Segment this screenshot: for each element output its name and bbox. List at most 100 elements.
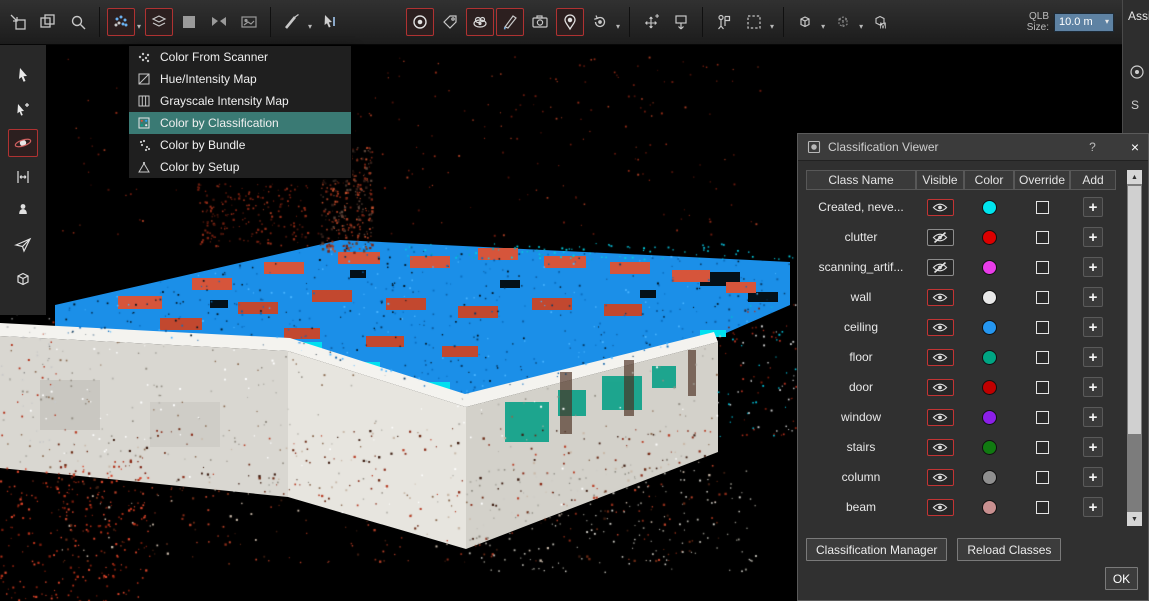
chevron-down-icon[interactable]: ▾	[616, 23, 620, 31]
override-checkbox[interactable]	[1036, 411, 1049, 424]
panorama-button[interactable]	[205, 8, 233, 36]
override-checkbox[interactable]	[1036, 471, 1049, 484]
visibility-toggle[interactable]	[927, 379, 954, 396]
color-swatch[interactable]	[982, 440, 997, 455]
color-swatch[interactable]	[982, 320, 997, 335]
tag-button[interactable]	[436, 8, 464, 36]
person-flag-button[interactable]	[710, 8, 738, 36]
override-checkbox[interactable]	[1036, 351, 1049, 364]
select-points-button[interactable]	[8, 95, 38, 123]
qlb-size-input[interactable]: 10.0 m ▾	[1054, 13, 1114, 32]
color-swatch[interactable]	[982, 410, 997, 425]
add-button[interactable]: +	[1083, 317, 1103, 337]
chevron-down-icon[interactable]: ▾	[859, 23, 863, 31]
menu-item-grayscale-intensity[interactable]: Grayscale Intensity Map	[129, 90, 351, 112]
chevron-down-icon[interactable]: ▾	[308, 23, 312, 31]
overview-button[interactable]	[8, 265, 38, 293]
visibility-toggle[interactable]	[927, 499, 954, 516]
menu-item-color-by-setup[interactable]: Color by Setup	[129, 156, 351, 178]
scrollbar-thumb[interactable]	[1128, 186, 1141, 434]
color-from-scanner-button[interactable]	[107, 8, 135, 36]
add-button[interactable]: +	[1083, 377, 1103, 397]
classification-manager-button[interactable]: Classification Manager	[806, 538, 947, 561]
help-button[interactable]: ?	[1089, 140, 1096, 154]
panel-header: Classification Viewer ? ×	[798, 134, 1148, 161]
duplicate-view-button[interactable]	[34, 8, 62, 36]
zoom-button[interactable]	[64, 8, 92, 36]
add-button[interactable]: +	[1083, 197, 1103, 217]
color-swatch[interactable]	[982, 500, 997, 515]
add-button[interactable]: +	[1083, 407, 1103, 427]
add-button[interactable]: +	[1083, 497, 1103, 517]
override-checkbox[interactable]	[1036, 501, 1049, 514]
color-swatch[interactable]	[982, 230, 997, 245]
cube-measure-button[interactable]: M	[867, 8, 895, 36]
drop-setup-button[interactable]	[667, 8, 695, 36]
marker-pen-button[interactable]	[496, 8, 524, 36]
override-checkbox[interactable]	[1036, 201, 1049, 214]
visibility-toggle[interactable]	[927, 229, 954, 246]
override-checkbox[interactable]	[1036, 291, 1049, 304]
color-swatch[interactable]	[982, 470, 997, 485]
menu-item-color-from-scanner[interactable]: Color From Scanner	[129, 46, 351, 68]
override-checkbox[interactable]	[1036, 231, 1049, 244]
solid-color-button[interactable]	[175, 8, 203, 36]
cloud-annotation-button[interactable]	[466, 8, 494, 36]
image-button[interactable]	[235, 8, 263, 36]
brush-tool-button[interactable]	[278, 8, 306, 36]
orbit-button[interactable]	[8, 129, 38, 157]
rotate-tool-button[interactable]	[586, 8, 614, 36]
bundle-icon	[137, 138, 151, 152]
color-swatch[interactable]	[982, 290, 997, 305]
camera-button[interactable]	[526, 8, 554, 36]
add-button[interactable]: +	[1083, 347, 1103, 367]
table-scrollbar[interactable]: ▲ ▼	[1127, 170, 1142, 526]
import-scan-button[interactable]	[4, 8, 32, 36]
clipping-box-dim-button[interactable]	[829, 8, 857, 36]
close-icon[interactable]: ×	[1131, 139, 1139, 155]
select-cursor-button[interactable]	[8, 61, 38, 89]
selection-box-button[interactable]	[740, 8, 768, 36]
color-swatch[interactable]	[982, 380, 997, 395]
scroll-down-button[interactable]: ▼	[1127, 512, 1142, 526]
walkthrough-button[interactable]	[8, 197, 38, 225]
clipping-box-button[interactable]	[791, 8, 819, 36]
add-button[interactable]: +	[1083, 467, 1103, 487]
fly-button[interactable]	[8, 231, 38, 259]
reload-classes-button[interactable]: Reload Classes	[957, 538, 1061, 561]
override-checkbox[interactable]	[1036, 261, 1049, 274]
move-axes-button[interactable]	[637, 8, 665, 36]
add-button[interactable]: +	[1083, 227, 1103, 247]
visibility-toggle[interactable]	[927, 409, 954, 426]
add-button[interactable]: +	[1083, 287, 1103, 307]
cloud-icon	[471, 13, 489, 31]
override-checkbox[interactable]	[1036, 321, 1049, 334]
visibility-toggle[interactable]	[927, 289, 954, 306]
chevron-down-icon[interactable]: ▾	[770, 23, 774, 31]
color-swatch[interactable]	[982, 260, 997, 275]
visibility-toggle[interactable]	[927, 259, 954, 276]
menu-item-color-by-bundle[interactable]: Color by Bundle	[129, 134, 351, 156]
chevron-down-icon[interactable]: ▾	[821, 23, 825, 31]
scroll-up-button[interactable]: ▲	[1127, 170, 1142, 184]
add-button[interactable]: +	[1083, 257, 1103, 277]
color-swatch[interactable]	[982, 200, 997, 215]
visibility-toggle[interactable]	[927, 199, 954, 216]
override-checkbox[interactable]	[1036, 441, 1049, 454]
color-swatch[interactable]	[982, 350, 997, 365]
ok-button[interactable]: OK	[1105, 567, 1138, 590]
visibility-toggle[interactable]	[927, 469, 954, 486]
cursor-probe-button[interactable]	[316, 8, 344, 36]
point-layers-button[interactable]	[145, 8, 173, 36]
override-checkbox[interactable]	[1036, 381, 1049, 394]
menu-item-hue-intensity[interactable]: Hue/Intensity Map	[129, 68, 351, 90]
chevron-down-icon[interactable]: ▾	[137, 23, 141, 31]
visibility-toggle[interactable]	[927, 319, 954, 336]
target-marker-button[interactable]	[406, 8, 434, 36]
pan-button[interactable]	[8, 163, 38, 191]
add-button[interactable]: +	[1083, 437, 1103, 457]
menu-item-color-by-classification[interactable]: Color by Classification	[129, 112, 351, 134]
location-pin-button[interactable]	[556, 8, 584, 36]
visibility-toggle[interactable]	[927, 349, 954, 366]
visibility-toggle[interactable]	[927, 439, 954, 456]
